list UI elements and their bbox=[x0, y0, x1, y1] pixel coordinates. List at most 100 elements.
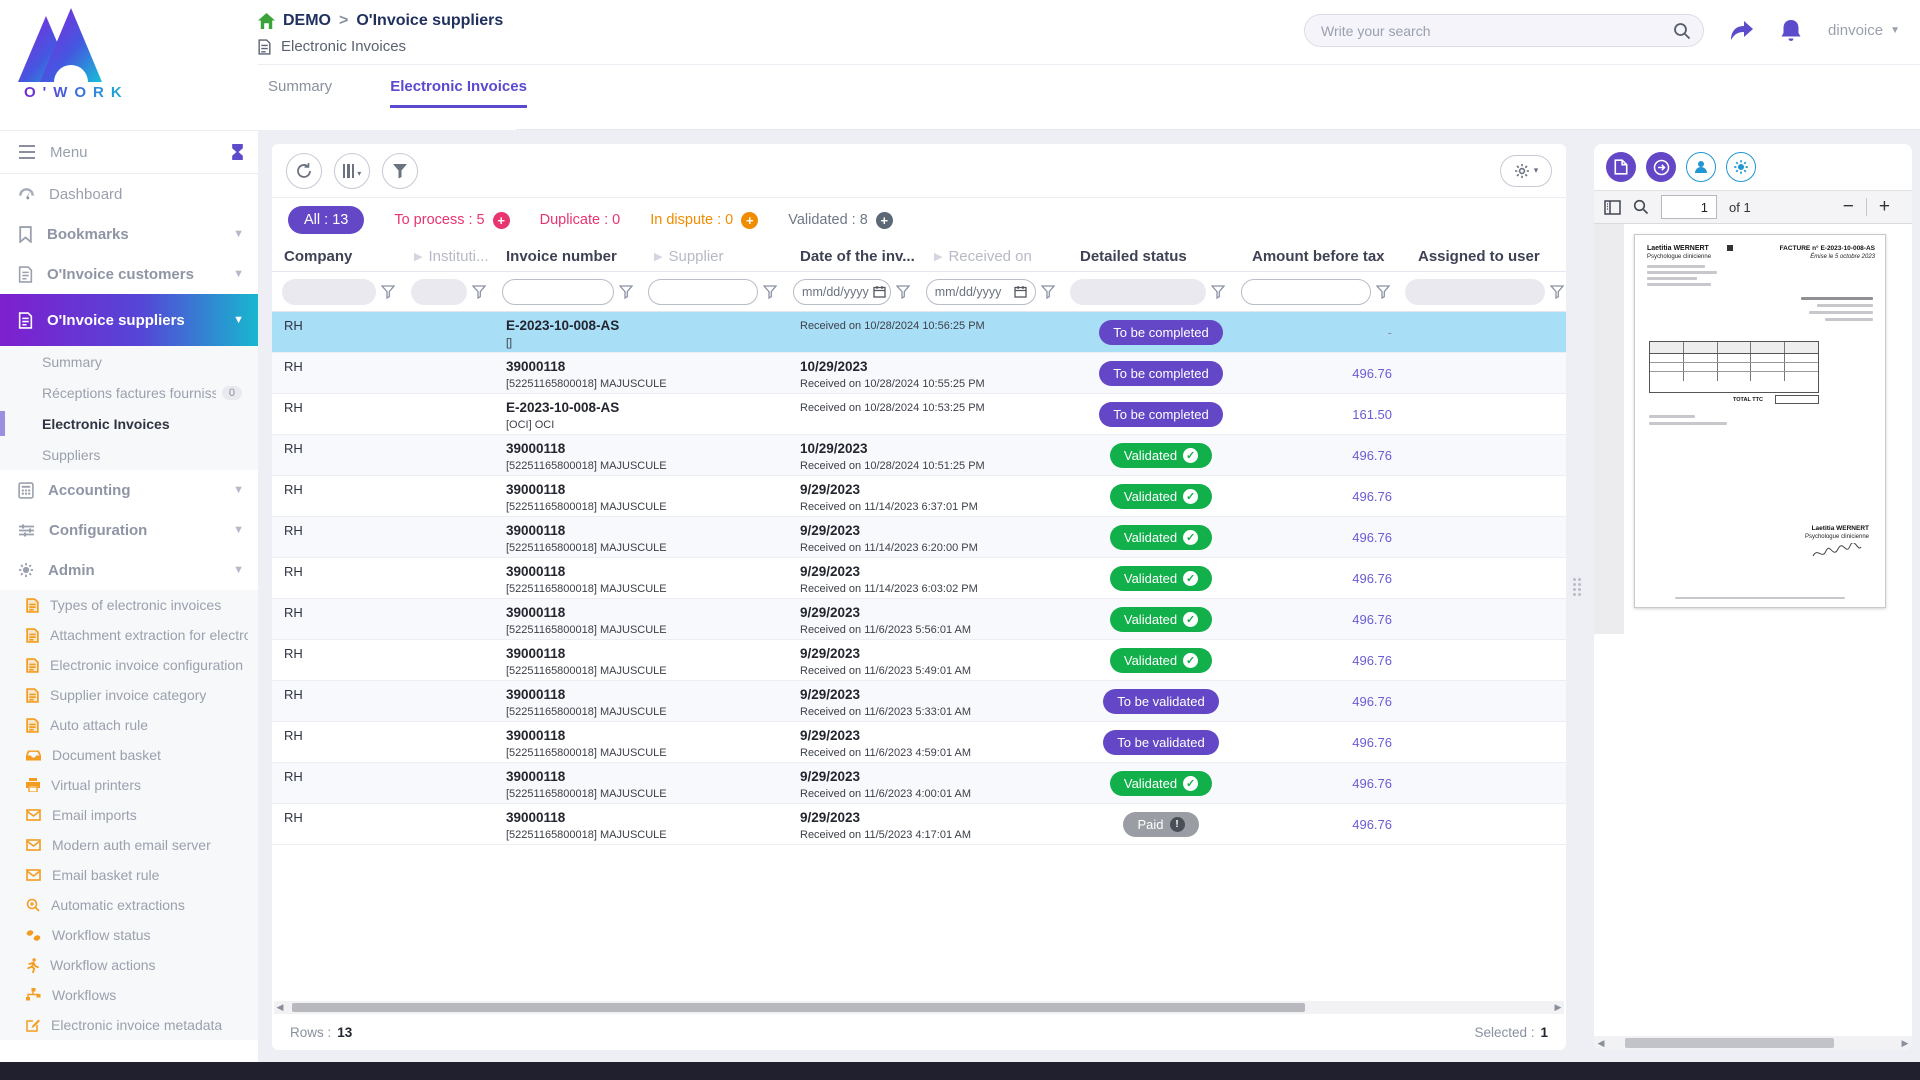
filter-input-company[interactable] bbox=[282, 279, 376, 305]
user-menu[interactable]: dinvoice ▼ bbox=[1828, 22, 1900, 39]
table-settings-button[interactable]: ▾ bbox=[1500, 155, 1552, 187]
search-input[interactable] bbox=[1321, 23, 1673, 39]
filter-chip-all[interactable]: All : 13 bbox=[288, 206, 364, 234]
pdf-settings-button[interactable] bbox=[1726, 152, 1756, 182]
funnel-icon[interactable] bbox=[1376, 285, 1390, 299]
page-number-input[interactable] bbox=[1661, 195, 1717, 219]
scroll-left-arrow[interactable]: ◀ bbox=[274, 1002, 286, 1013]
column-header-date-of-the-inv[interactable]: Date of the inv... bbox=[790, 242, 924, 271]
amount-value[interactable]: 496.76 bbox=[1352, 735, 1392, 750]
plus-circle-icon[interactable]: + bbox=[493, 212, 510, 229]
table-row[interactable]: RHE-2023-10-008-AS[]Received on 10/28/20… bbox=[272, 312, 1566, 353]
amount-value[interactable]: 496.76 bbox=[1352, 694, 1392, 709]
search-icon[interactable] bbox=[1673, 22, 1691, 40]
status-badge[interactable]: To be validated bbox=[1103, 730, 1218, 755]
filter-chip-validated[interactable]: Validated : 8+ bbox=[788, 212, 893, 229]
status-badge[interactable]: Validated✓ bbox=[1110, 607, 1212, 632]
sidebar-admin-item-workflows[interactable]: Workflows bbox=[0, 980, 258, 1010]
amount-value[interactable]: 496.76 bbox=[1352, 448, 1392, 463]
sidebar-admin-item-email-imports[interactable]: Email imports bbox=[0, 800, 258, 830]
column-header-instituti[interactable]: ▶Instituti... bbox=[404, 242, 496, 271]
amount-value[interactable]: 496.76 bbox=[1352, 530, 1392, 545]
table-row[interactable]: RH39000118[52251165800018] MAJUSCULE9/29… bbox=[272, 640, 1566, 681]
bell-icon[interactable] bbox=[1780, 19, 1802, 43]
zoom-out-button[interactable]: − bbox=[1831, 196, 1866, 218]
sidebar-subitem-suppliers[interactable]: Suppliers bbox=[0, 439, 258, 470]
sidebar-item-dashboard[interactable]: Dashboard bbox=[0, 174, 258, 214]
table-row[interactable]: RH39000118[52251165800018] MAJUSCULE9/29… bbox=[272, 599, 1566, 640]
filter-input-detailed-status[interactable] bbox=[1070, 279, 1206, 305]
column-header-assigned-to-user[interactable]: Assigned to user bbox=[1408, 242, 1564, 271]
amount-value[interactable]: - bbox=[1388, 325, 1392, 340]
sidebar-admin-item-workflow-actions[interactable]: Workflow actions bbox=[0, 950, 258, 980]
horizontal-scrollbar[interactable]: ◀ ▶ bbox=[274, 1001, 1564, 1014]
filter-input-supplier[interactable] bbox=[648, 279, 758, 305]
funnel-icon[interactable] bbox=[896, 285, 910, 299]
status-badge[interactable]: Validated✓ bbox=[1110, 525, 1212, 550]
tab-electronic-invoices[interactable]: Electronic Invoices bbox=[390, 78, 527, 108]
filter-chip-duplicate[interactable]: Duplicate : 0 bbox=[540, 212, 621, 228]
table-row[interactable]: RH39000118[52251165800018] MAJUSCULE10/2… bbox=[272, 353, 1566, 394]
table-row[interactable]: RH39000118[52251165800018] MAJUSCULE9/29… bbox=[272, 558, 1566, 599]
sidebar-item-accounting[interactable]: Accounting▼ bbox=[0, 470, 258, 510]
sidebar-admin-item-supplier-invoice-category[interactable]: Supplier invoice category bbox=[0, 680, 258, 710]
sidebar-admin-item-email-basket-rule[interactable]: Email basket rule bbox=[0, 860, 258, 890]
amount-value[interactable]: 496.76 bbox=[1352, 571, 1392, 586]
filter-input-instituti[interactable] bbox=[411, 279, 467, 305]
column-header-amount-before-tax[interactable]: Amount before tax bbox=[1242, 242, 1408, 271]
sidebar-item-configuration[interactable]: Configuration▼ bbox=[0, 510, 258, 550]
sidebar-admin-item-automatic-extractions[interactable]: Automatic extractions bbox=[0, 890, 258, 920]
filter-input-date-of-the-inv[interactable]: mm/dd/yyyy bbox=[793, 279, 891, 305]
amount-value[interactable]: 496.76 bbox=[1352, 489, 1392, 504]
funnel-icon[interactable] bbox=[619, 285, 633, 299]
filter-input-received-on[interactable]: mm/dd/yyyy bbox=[926, 279, 1036, 305]
columns-button[interactable]: ▾ bbox=[334, 153, 370, 189]
table-row[interactable]: RH39000118[52251165800018] MAJUSCULE9/29… bbox=[272, 476, 1566, 517]
hamburger-icon[interactable] bbox=[18, 145, 36, 159]
filter-button[interactable] bbox=[382, 153, 418, 189]
table-row[interactable]: RHE-2023-10-008-AS[OCI] OCIReceived on 1… bbox=[272, 394, 1566, 435]
amount-value[interactable]: 496.76 bbox=[1352, 366, 1392, 381]
filter-chip-in-dispute[interactable]: In dispute : 0+ bbox=[650, 212, 758, 229]
sidebar-item-bookmarks[interactable]: Bookmarks▼ bbox=[0, 214, 258, 254]
assign-user-button[interactable] bbox=[1686, 152, 1716, 182]
panel-resize-handle[interactable] bbox=[1573, 578, 1581, 596]
tab-summary[interactable]: Summary bbox=[268, 78, 332, 108]
column-header-invoice-number[interactable]: Invoice number bbox=[496, 242, 644, 271]
pdf-horizontal-scrollbar[interactable]: ◀ ▶ bbox=[1594, 1036, 1912, 1050]
filter-input-invoice-number[interactable] bbox=[502, 279, 614, 305]
global-search[interactable] bbox=[1304, 14, 1704, 47]
amount-value[interactable]: 496.76 bbox=[1352, 612, 1392, 627]
column-header-company[interactable]: Company bbox=[274, 242, 404, 271]
sidebar-item-o-invoice-suppliers[interactable]: O'Invoice suppliers▼ bbox=[0, 294, 258, 346]
table-row[interactable]: RH39000118[52251165800018] MAJUSCULE9/29… bbox=[272, 681, 1566, 722]
filter-chip-to-process[interactable]: To process : 5+ bbox=[394, 212, 509, 229]
pdf-page-preview[interactable]: Laetitia WERNERT Psychologue clinicienne… bbox=[1634, 234, 1886, 608]
sidebar-admin-item-electronic-invoice-configuration[interactable]: Electronic invoice configuration bbox=[0, 650, 258, 680]
sidebar-item-o-invoice-customers[interactable]: O'Invoice customers▼ bbox=[0, 254, 258, 294]
column-header-supplier[interactable]: ▶Supplier bbox=[644, 242, 790, 271]
open-invoice-button[interactable] bbox=[1646, 152, 1676, 182]
table-row[interactable]: RH39000118[52251165800018] MAJUSCULE9/29… bbox=[272, 763, 1566, 804]
filter-input-assigned-to-user[interactable] bbox=[1405, 279, 1545, 305]
status-badge[interactable]: Validated✓ bbox=[1110, 443, 1212, 468]
status-badge[interactable]: Validated✓ bbox=[1110, 566, 1212, 591]
amount-value[interactable]: 496.76 bbox=[1352, 776, 1392, 791]
breadcrumb-home[interactable]: DEMO bbox=[283, 12, 331, 30]
sidebar-admin-item-attachment-extraction-for-electron[interactable]: Attachment extraction for electron bbox=[0, 620, 258, 650]
status-badge[interactable]: Validated✓ bbox=[1110, 771, 1212, 796]
funnel-icon[interactable] bbox=[763, 285, 777, 299]
pdf-viewer[interactable]: Laetitia WERNERT Psychologue clinicienne… bbox=[1594, 224, 1912, 1036]
sidebar-admin-item-modern-auth-email-server[interactable]: Modern auth email server bbox=[0, 830, 258, 860]
refresh-button[interactable] bbox=[286, 153, 322, 189]
table-row[interactable]: RH39000118[52251165800018] MAJUSCULE9/29… bbox=[272, 722, 1566, 763]
pdf-scroll-right-arrow[interactable]: ▶ bbox=[1898, 1038, 1912, 1049]
plus-circle-icon[interactable]: + bbox=[876, 212, 893, 229]
status-badge[interactable]: To be completed bbox=[1099, 402, 1222, 427]
sidebar-admin-item-document-basket[interactable]: Document basket bbox=[0, 740, 258, 770]
sidebar-subitem-electronic-invoices[interactable]: Electronic Invoices bbox=[0, 408, 258, 439]
table-row[interactable]: RH39000118[52251165800018] MAJUSCULE9/29… bbox=[272, 517, 1566, 558]
sidebar-admin-item-types-of-electronic-invoices[interactable]: Types of electronic invoices bbox=[0, 590, 258, 620]
funnel-icon[interactable] bbox=[1041, 285, 1055, 299]
status-badge[interactable]: To be completed bbox=[1099, 361, 1222, 386]
